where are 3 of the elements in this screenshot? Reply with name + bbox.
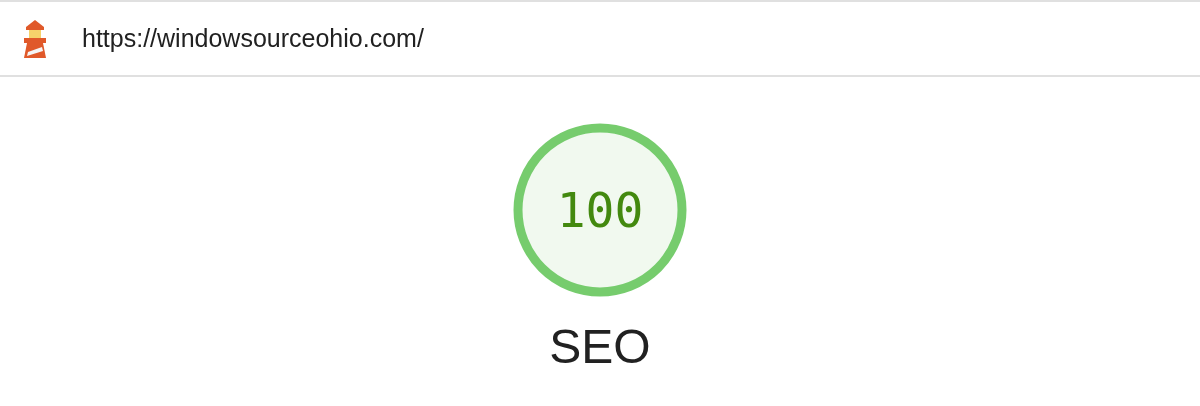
score-text: 100 xyxy=(556,181,644,240)
url-text: https://windowsourceohio.com/ xyxy=(82,22,424,54)
category-label: SEO xyxy=(549,319,651,375)
